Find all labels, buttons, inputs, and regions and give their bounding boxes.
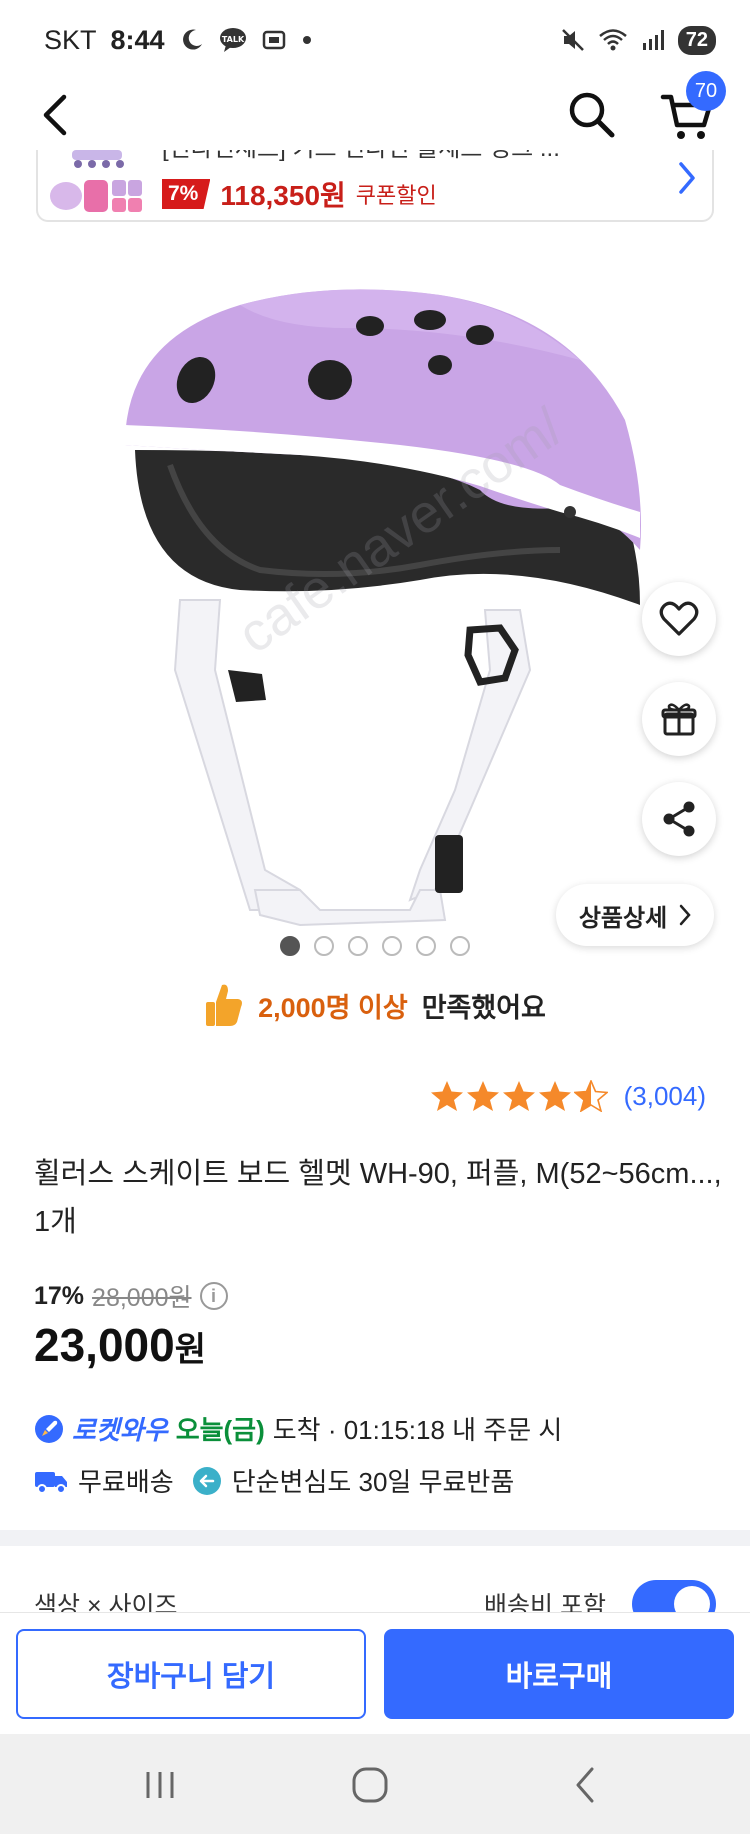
cart-count-badge: 70 [686, 71, 726, 111]
system-nav-bar [0, 1734, 750, 1834]
cart-button[interactable]: 70 [660, 71, 726, 145]
satisfaction-count: 2,000명 이상 [258, 992, 408, 1023]
review-count[interactable]: (3,004) [624, 1081, 706, 1112]
svg-text:TALK: TALK [221, 35, 244, 44]
chevron-right-icon [679, 904, 691, 926]
screenshot-icon [261, 27, 287, 53]
page-dot[interactable] [348, 936, 368, 956]
free-return-label: 단순변심도 30일 무료반품 [231, 1467, 515, 1497]
app-header: 70 [0, 71, 750, 150]
star-icon [466, 1081, 499, 1111]
promo-price: 118,350원 [220, 180, 346, 211]
page-dot[interactable] [314, 936, 334, 956]
rocket-wow-label: 로켓와우 [72, 1415, 168, 1445]
discount-percent: 17% [34, 1281, 85, 1310]
chevron-right-icon [676, 160, 698, 201]
system-back-button[interactable] [555, 1760, 615, 1810]
promo-banner[interactable]: [인라인세트] 키즈 인라인 풀세트 핑크 ... 7% 118,350원 쿠폰… [36, 150, 714, 222]
dot-icon [301, 34, 313, 46]
search-icon [569, 92, 615, 138]
home-button[interactable] [340, 1760, 400, 1810]
gift-button[interactable] [642, 682, 716, 756]
arrival-day: 오늘(금) [175, 1415, 265, 1445]
battery-level: 72 [677, 25, 716, 55]
sale-price: 23,000원 [34, 1318, 206, 1372]
wishlist-button[interactable] [642, 582, 716, 656]
rocket-icon [35, 1414, 63, 1443]
free-shipping-label: 무료배송 [78, 1467, 174, 1497]
clock: 8:44 [110, 24, 165, 55]
helmet-image [125, 289, 641, 927]
back-arrow-icon [43, 94, 67, 136]
back-button[interactable] [30, 90, 80, 140]
wifi-icon [598, 27, 628, 53]
home-icon [352, 1767, 388, 1803]
sale-price-unit: 원 [174, 1331, 206, 1369]
share-button[interactable] [642, 782, 716, 856]
promo-coupon-label: 쿠폰할인 [355, 183, 437, 208]
product-title: 휠러스 스케이트 보드 헬멧 WH-90, 퍼플, M(52~56cm..., … [34, 1158, 722, 1238]
page-dot[interactable] [450, 936, 470, 956]
recents-icon [146, 1772, 174, 1798]
satisfaction-banner: 2,000명 이상 만족했어요 [0, 982, 750, 1028]
rating-summary[interactable]: (3,004) [430, 1080, 706, 1112]
heart-icon [659, 601, 699, 636]
benefit-info: 무료배송 단순변심도 30일 무료반품 [34, 1462, 514, 1499]
delivery-info: 로켓와우 오늘(금) 도착 · 01:15:18 내 주문 시 [34, 1410, 562, 1447]
buy-now-button[interactable]: 바로구매 [384, 1629, 734, 1719]
page-dot[interactable] [416, 936, 436, 956]
sale-price-value: 23,000 [34, 1319, 175, 1371]
promo-title: [인라인세트] 키즈 인라인 풀세트 핑크 ... [162, 150, 560, 163]
image-pagination [280, 936, 470, 956]
system-back-icon [576, 1767, 594, 1803]
status-bar: SKT 8:44 TALK 72 [0, 0, 750, 80]
mute-icon [560, 27, 586, 53]
promo-discount-badge: 7% [162, 179, 211, 209]
promo-thumbnail [44, 150, 148, 216]
thumbs-up-icon [206, 984, 243, 1026]
arrival-condition: 도착 · 01:15:18 내 주문 시 [272, 1415, 563, 1445]
page-dot[interactable] [382, 936, 402, 956]
return-icon [192, 1466, 221, 1495]
signal-icon [640, 27, 666, 53]
star-icon [502, 1081, 535, 1111]
discount-row: 17% 28,000원 i [34, 1278, 228, 1314]
search-button[interactable] [562, 85, 622, 145]
bottom-action-bar: 장바구니 담기 바로구매 [0, 1612, 750, 1734]
satisfaction-text: 만족했어요 [421, 992, 546, 1023]
moon-icon [179, 27, 205, 53]
half-star-icon [573, 1080, 608, 1112]
page-dot[interactable] [280, 936, 300, 956]
kakaotalk-icon: TALK [219, 27, 247, 53]
info-icon[interactable]: i [199, 1282, 228, 1310]
detail-button-label: 상품상세 [578, 904, 668, 932]
star-rating [430, 1080, 608, 1112]
star-icon [538, 1081, 571, 1111]
truck-icon [35, 1471, 67, 1494]
gift-icon [661, 703, 697, 736]
section-divider [0, 1530, 750, 1546]
product-detail-button[interactable]: 상품상세 [556, 884, 714, 946]
share-icon [663, 801, 695, 837]
original-price: 28,000원 [92, 1284, 192, 1312]
add-to-cart-button[interactable]: 장바구니 담기 [16, 1629, 366, 1719]
star-icon [430, 1081, 463, 1111]
product-image[interactable]: cafe.naver.com/ jungnara [0, 250, 750, 1824]
carrier-label: SKT [44, 24, 97, 55]
recents-button[interactable] [130, 1760, 190, 1810]
